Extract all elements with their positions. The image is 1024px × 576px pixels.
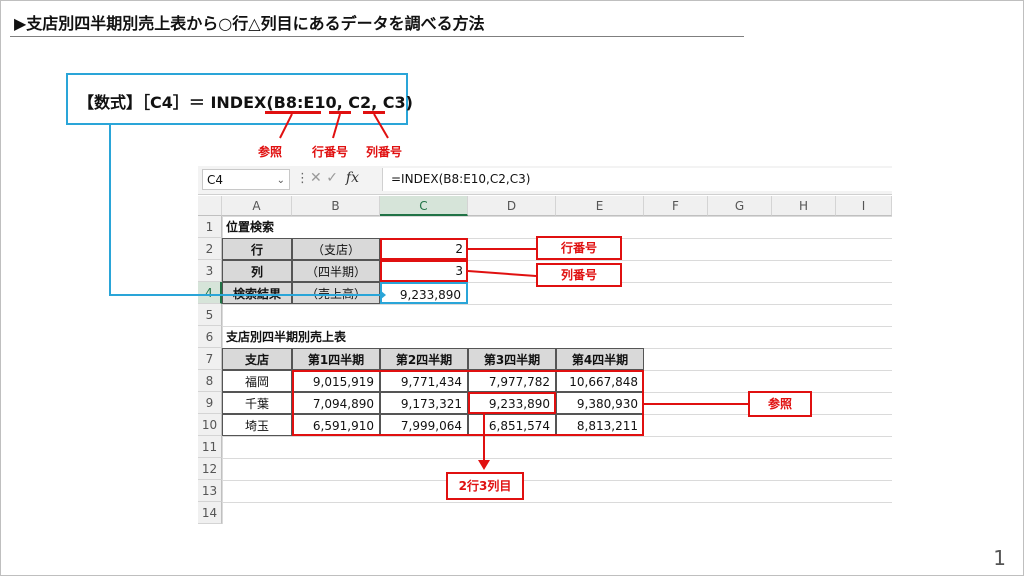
formula-prefix: 【数式】［C4］＝ INDEX( xyxy=(78,93,274,112)
col-header-b[interactable]: B xyxy=(292,196,380,216)
row-header-9[interactable]: 9 xyxy=(198,392,222,414)
col-header-c[interactable]: C xyxy=(380,196,468,216)
label-row: 行番号 xyxy=(312,145,349,159)
table-header-q4[interactable]: 第4四半期 xyxy=(556,348,644,370)
col-header-i[interactable]: I xyxy=(836,196,892,216)
excel-sheet: C4 ⌄ ⋮ ✕ ✓ fx =INDEX(B8:E10,C2,C3) A B C D… xyxy=(198,166,892,524)
table-cell-branch[interactable]: 福岡 xyxy=(222,370,292,392)
cell-a6[interactable]: 支店別四半期別売上表 xyxy=(226,326,346,348)
underline-row xyxy=(329,111,351,114)
cell-c4-active[interactable]: 9,233,890 xyxy=(380,282,468,304)
col-header-f[interactable]: F xyxy=(644,196,708,216)
col-header-e[interactable]: E xyxy=(556,196,644,216)
callout-position: 2行3列目 xyxy=(446,472,524,500)
table-header-branch[interactable]: 支店 xyxy=(222,348,292,370)
function-icon[interactable]: fx xyxy=(346,170,359,186)
row-header-5[interactable]: 5 xyxy=(198,304,222,326)
formula-suffix: ) xyxy=(405,93,413,112)
more-options-icon[interactable]: ⋮ xyxy=(296,171,309,186)
formula-input[interactable]: =INDEX(B8:E10,C2,C3) xyxy=(382,168,892,191)
highlight-c3 xyxy=(380,260,468,282)
row-header-1[interactable]: 1 xyxy=(198,216,222,238)
confirm-icon[interactable]: ✓ xyxy=(326,170,338,186)
title-divider xyxy=(10,36,744,37)
col-header-g[interactable]: G xyxy=(708,196,772,216)
table-cell-branch[interactable]: 千葉 xyxy=(222,392,292,414)
name-box-value: C4 xyxy=(207,173,224,187)
row-header-11[interactable]: 11 xyxy=(198,436,222,458)
cell-a2[interactable]: 行 xyxy=(222,238,292,260)
col-header-a[interactable]: A xyxy=(222,196,292,216)
slide-title: ▶支店別四半期別売上表から○行△列目にあるデータを調べる方法 xyxy=(14,14,485,33)
table-header-q1[interactable]: 第1四半期 xyxy=(292,348,380,370)
table-header-q3[interactable]: 第3四半期 xyxy=(468,348,556,370)
row-header-14[interactable]: 14 xyxy=(198,502,222,524)
row-header-12[interactable]: 12 xyxy=(198,458,222,480)
formula-arg-col: C3 xyxy=(382,93,406,112)
formula-text: 【数式】［C4］＝ INDEX(B8:E10, C2, C3) xyxy=(78,89,413,113)
cancel-icon[interactable]: ✕ xyxy=(310,170,322,186)
formula-sep: , xyxy=(371,93,383,112)
row-header-6[interactable]: 6 xyxy=(198,326,222,348)
label-col: 列番号 xyxy=(366,145,403,159)
cell-a1[interactable]: 位置検索 xyxy=(226,216,274,238)
row-header-3[interactable]: 3 xyxy=(198,260,222,282)
formula-sep: , xyxy=(336,93,349,112)
formula-box: 【数式】［C4］＝ INDEX(B8:E10, C2, C3) xyxy=(66,73,413,125)
highlight-c2 xyxy=(380,238,468,260)
col-header-h[interactable]: H xyxy=(772,196,836,216)
row-header-10[interactable]: 10 xyxy=(198,414,222,436)
row-header-4[interactable]: 4 xyxy=(198,282,222,304)
chevron-down-icon[interactable]: ⌄ xyxy=(277,170,285,191)
label-ref: 参照 xyxy=(258,145,283,159)
cell-a3[interactable]: 列 xyxy=(222,260,292,282)
formula-bar: C4 ⌄ ⋮ ✕ ✓ fx =INDEX(B8:E10,C2,C3) xyxy=(198,166,892,195)
name-box[interactable]: C4 ⌄ xyxy=(202,169,290,190)
page-number: 1 xyxy=(993,546,1006,570)
row-header-8[interactable]: 8 xyxy=(198,370,222,392)
table-cell-branch[interactable]: 埼玉 xyxy=(222,414,292,436)
formula-icons: ✕ ✓ fx xyxy=(310,170,359,186)
row-header-13[interactable]: 13 xyxy=(198,480,222,502)
select-all-corner[interactable] xyxy=(198,196,222,216)
row-header-2[interactable]: 2 xyxy=(198,238,222,260)
underline-ref xyxy=(265,111,321,114)
col-header-d[interactable]: D xyxy=(468,196,556,216)
formula-arg-row: C2 xyxy=(348,93,372,112)
underline-col xyxy=(363,111,385,114)
callout-row-number: 行番号 xyxy=(536,236,622,260)
cell-b3[interactable]: （四半期） xyxy=(292,260,380,282)
highlight-result xyxy=(468,392,556,414)
formula-arg-ref: B8:E10 xyxy=(273,93,337,112)
callout-ref: 参照 xyxy=(748,391,812,417)
callout-col-number: 列番号 xyxy=(536,263,622,287)
cell-b4[interactable]: （売上高） xyxy=(292,282,380,304)
table-header-q2[interactable]: 第2四半期 xyxy=(380,348,468,370)
row-header-7[interactable]: 7 xyxy=(198,348,222,370)
cell-b2[interactable]: （支店） xyxy=(292,238,380,260)
cell-a4[interactable]: 検索結果 xyxy=(222,282,292,304)
